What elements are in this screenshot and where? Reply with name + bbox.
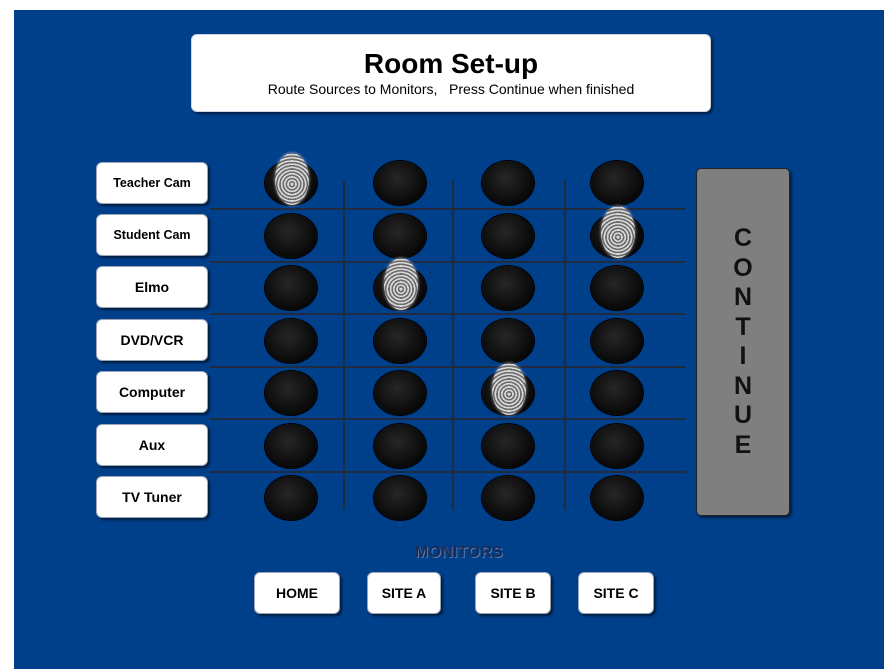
source-button-student-cam[interactable]: Student Cam [96, 214, 208, 256]
route-node-computer-site-b[interactable] [482, 363, 534, 415]
route-node-tv-tuner-site-b[interactable] [482, 476, 534, 520]
route-node-aux-site-c[interactable] [591, 424, 643, 468]
grid-line [210, 313, 686, 315]
grid-line [343, 180, 345, 510]
grid-line [564, 180, 566, 510]
monitor-button-home[interactable]: HOME [254, 572, 340, 614]
grid-line [452, 180, 454, 510]
route-node-elmo-site-a[interactable] [374, 258, 426, 310]
route-node-dvd-vcr-site-a[interactable] [374, 319, 426, 363]
continue-letter: N [733, 371, 753, 400]
continue-letter: U [733, 401, 753, 429]
header-box: Room Set-up Route Sources to Monitors, P… [191, 34, 711, 112]
monitor-button-site-c[interactable]: SITE C [578, 572, 654, 614]
source-button-teacher-cam[interactable]: Teacher Cam [96, 162, 208, 204]
route-node-computer-site-c[interactable] [591, 371, 643, 415]
route-node-student-cam-site-b[interactable] [482, 214, 534, 258]
grid-line [210, 261, 686, 263]
route-node-tv-tuner-site-a[interactable] [374, 476, 426, 520]
route-node-teacher-cam-site-c[interactable] [591, 161, 643, 205]
route-node-student-cam-site-a[interactable] [374, 214, 426, 258]
source-button-computer[interactable]: Computer [96, 371, 208, 413]
monitor-button-site-a[interactable]: SITE A [367, 572, 441, 614]
source-button-aux[interactable]: Aux [96, 424, 208, 466]
route-node-tv-tuner-home[interactable] [265, 476, 317, 520]
route-node-computer-home[interactable] [265, 371, 317, 415]
page-subtitle: Route Sources to Monitors, Press Continu… [267, 81, 635, 97]
route-node-tv-tuner-site-c[interactable] [591, 476, 643, 520]
source-button-elmo[interactable]: Elmo [96, 266, 208, 308]
route-node-dvd-vcr-site-b[interactable] [482, 319, 534, 363]
route-node-elmo-home[interactable] [265, 266, 317, 310]
source-button-tv-tuner[interactable]: TV Tuner [96, 476, 208, 518]
fingerprint-icon [601, 206, 635, 258]
monitors-label: MONITORS [414, 544, 504, 561]
route-node-dvd-vcr-site-c[interactable] [591, 319, 643, 363]
source-button-dvd-vcr[interactable]: DVD/VCR [96, 319, 208, 361]
route-node-student-cam-site-c[interactable] [591, 206, 643, 258]
grid-line [210, 418, 686, 420]
route-node-teacher-cam-site-b[interactable] [482, 161, 534, 205]
continue-letter: T [735, 312, 751, 341]
route-node-dvd-vcr-home[interactable] [265, 319, 317, 363]
grid-line [210, 366, 686, 368]
continue-letter: E [734, 430, 752, 459]
continue-letter: N [733, 283, 753, 311]
monitor-button-site-b[interactable]: SITE B [475, 572, 551, 614]
continue-letter: C [733, 224, 753, 252]
route-node-teacher-cam-site-a[interactable] [374, 161, 426, 205]
page-title: Room Set-up [363, 48, 539, 79]
route-node-elmo-site-c[interactable] [591, 266, 643, 310]
continue-button[interactable]: CONTINUE [696, 168, 790, 516]
continue-letter: I [739, 342, 747, 370]
route-node-computer-site-a[interactable] [374, 371, 426, 415]
fingerprint-icon [384, 258, 418, 310]
fingerprint-icon [275, 153, 309, 205]
grid-line [210, 471, 686, 473]
route-node-elmo-site-b[interactable] [482, 266, 534, 310]
fingerprint-icon [492, 363, 526, 415]
route-node-aux-site-a[interactable] [374, 424, 426, 468]
continue-letter: O [733, 253, 753, 282]
route-node-aux-site-b[interactable] [482, 424, 534, 468]
route-node-student-cam-home[interactable] [265, 214, 317, 258]
route-node-teacher-cam-home[interactable] [265, 153, 317, 205]
route-node-aux-home[interactable] [265, 424, 317, 468]
